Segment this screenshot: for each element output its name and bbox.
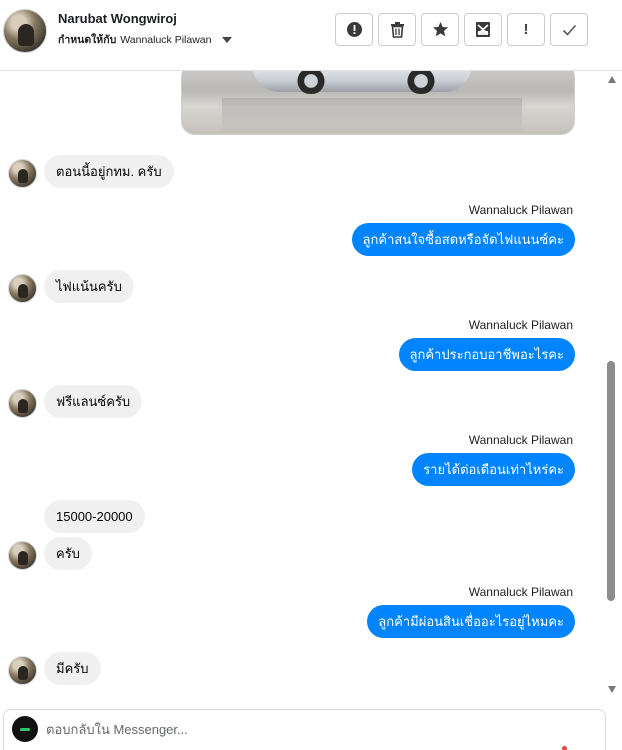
star-icon (432, 22, 448, 37)
reply-composer (3, 709, 606, 750)
check-icon (562, 24, 576, 36)
shared-car-photo[interactable] (181, 71, 575, 135)
outgoing-message[interactable]: ลูกค้าประกอบอาชีพอะไรคะ (398, 338, 575, 371)
incoming-message[interactable]: ฟรีแลนซ์ครับ (44, 385, 143, 418)
sender-name: Wannaluck Pilawan (468, 318, 573, 332)
star-button[interactable] (421, 13, 459, 46)
spam-icon (476, 22, 490, 37)
message-thread[interactable]: ตอนนี้อยู่กทม. ครับ Wannaluck Pilawan ลู… (0, 71, 604, 698)
contact-avatar-small[interactable] (8, 541, 37, 570)
sender-name: Wannaluck Pilawan (468, 203, 573, 217)
spam-button[interactable] (464, 13, 502, 46)
caret-down-icon (221, 36, 232, 43)
trash-icon (390, 22, 404, 38)
outgoing-message[interactable]: ลูกค้ามีผ่อนสินเชื่ออะไรอยู่ไหมคะ (367, 605, 575, 638)
outgoing-message[interactable]: ลูกค้าสนใจซื้อสดหรือจัดไฟแนนซ์คะ (351, 223, 575, 256)
contact-avatar[interactable] (3, 9, 47, 53)
sender-name: Wannaluck Pilawan (468, 585, 573, 599)
contact-name[interactable]: Narubat Wongwiroj (58, 11, 177, 26)
page-avatar (12, 716, 38, 742)
contact-avatar-small[interactable] (8, 159, 37, 188)
exclamation-button[interactable]: ! (507, 13, 545, 46)
contact-avatar-small[interactable] (8, 389, 37, 418)
incoming-message[interactable]: ครับ (44, 537, 92, 570)
conversation-header: Narubat Wongwiroj กำหนดให้กับ Wannaluck … (0, 0, 622, 71)
thread-scrollbar[interactable] (604, 71, 622, 698)
assign-label: กำหนดให้กับ (58, 34, 117, 46)
assignee-name: Wannaluck Pilawan (120, 33, 212, 46)
delete-button[interactable] (378, 13, 416, 46)
exclamation-icon: ! (523, 21, 529, 38)
reply-input[interactable] (46, 718, 566, 740)
done-button[interactable] (550, 13, 588, 46)
car-image (252, 71, 472, 92)
scroll-up-arrow-icon[interactable] (608, 76, 616, 83)
incoming-message[interactable]: มีครับ (44, 652, 101, 685)
incoming-message[interactable]: 15000-20000 (44, 500, 145, 533)
contact-avatar-small[interactable] (8, 274, 37, 303)
incoming-message[interactable]: ตอนนี้อยู่กทม. ครับ (44, 155, 174, 188)
outgoing-message[interactable]: รายได้ต่อเดือนเท่าไหร่คะ (412, 453, 575, 486)
messenger-conversation: Narubat Wongwiroj กำหนดให้กับ Wannaluck … (0, 0, 622, 750)
incoming-message[interactable]: ไฟแน้นครับ (44, 270, 134, 303)
contact-avatar-small[interactable] (8, 656, 37, 685)
floor-reflection (222, 98, 522, 134)
action-toolbar: ! (335, 13, 588, 46)
report-button[interactable] (335, 13, 373, 46)
assign-dropdown[interactable]: กำหนดให้กับ Wannaluck Pilawan (58, 31, 232, 48)
report-icon (346, 22, 362, 37)
sender-name: Wannaluck Pilawan (468, 433, 573, 447)
notification-dot-icon (562, 746, 567, 750)
scroll-down-arrow-icon[interactable] (608, 686, 616, 693)
scrollbar-thumb[interactable] (607, 361, 615, 601)
